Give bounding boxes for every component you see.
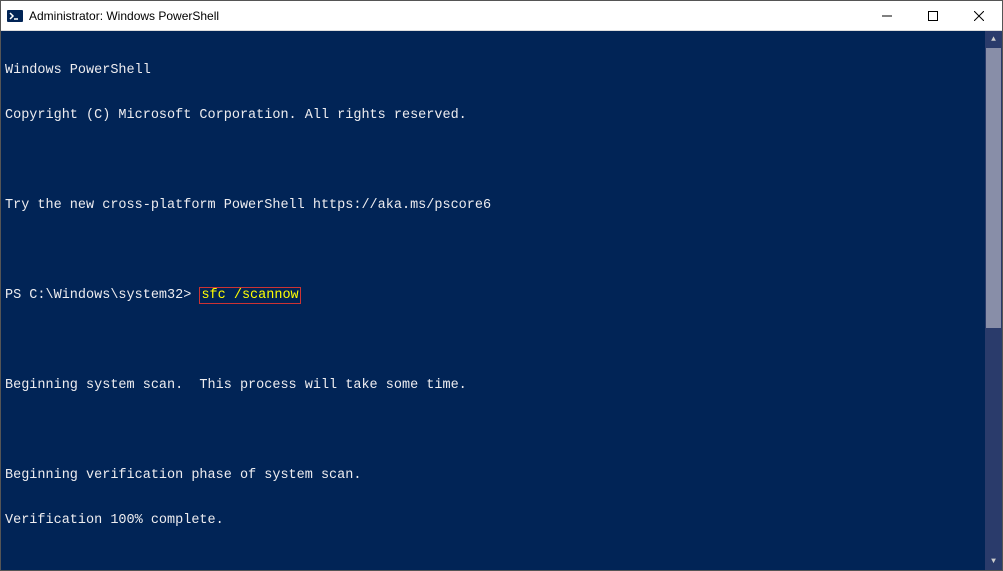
output-line: Copyright (C) Microsoft Corporation. All… [5, 108, 998, 123]
command-highlight: sfc /scannow [199, 287, 300, 304]
window-title: Administrator: Windows PowerShell [29, 9, 864, 23]
close-button[interactable] [956, 1, 1002, 30]
scroll-down-icon[interactable]: ▼ [985, 553, 1002, 570]
maximize-button[interactable] [910, 1, 956, 30]
prompt: PS C:\Windows\system32> [5, 288, 199, 303]
output-line: Beginning system scan. This process will… [5, 378, 998, 393]
titlebar[interactable]: Administrator: Windows PowerShell [1, 1, 1002, 31]
powershell-icon [7, 8, 23, 24]
terminal-area[interactable]: Windows PowerShell Copyright (C) Microso… [1, 31, 1002, 570]
output-line: Windows PowerShell [5, 63, 998, 78]
blank-line [5, 558, 998, 570]
minimize-button[interactable] [864, 1, 910, 30]
output-line: Try the new cross-platform PowerShell ht… [5, 198, 998, 213]
prompt-line: PS C:\Windows\system32> sfc /scannow [5, 288, 998, 303]
command: sfc /scannow [201, 288, 298, 303]
vertical-scrollbar[interactable]: ▲ ▼ [985, 31, 1002, 570]
window-controls [864, 1, 1002, 30]
powershell-window: Administrator: Windows PowerShell Window… [0, 0, 1003, 571]
output-line: Verification 100% complete. [5, 513, 998, 528]
blank-line [5, 243, 998, 258]
blank-line [5, 423, 998, 438]
scrollbar-thumb[interactable] [986, 48, 1001, 328]
scroll-up-icon[interactable]: ▲ [985, 31, 1002, 48]
blank-line [5, 333, 998, 348]
output-line: Beginning verification phase of system s… [5, 468, 998, 483]
blank-line [5, 153, 998, 168]
